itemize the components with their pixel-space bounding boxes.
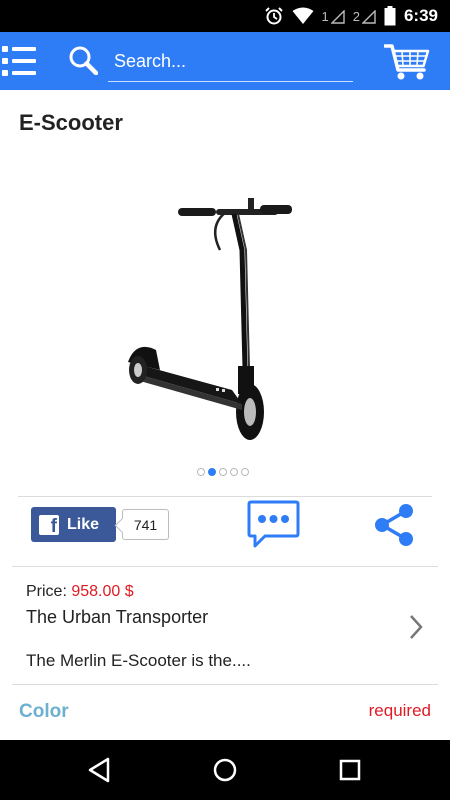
alarm-icon <box>264 7 283 25</box>
product-description: The Merlin E-Scooter is the.... <box>26 651 251 670</box>
carousel-dot[interactable] <box>241 468 249 476</box>
search-input[interactable] <box>108 42 353 80</box>
cart-button[interactable] <box>383 42 430 82</box>
like-label: Like <box>67 515 100 533</box>
scooter-image <box>128 198 292 440</box>
sim2-signal: 2 <box>353 9 376 24</box>
wifi-icon <box>292 7 313 24</box>
color-option-label[interactable]: Color <box>19 701 69 723</box>
status-bar: 1 2 6:39 <box>0 0 450 32</box>
signal-icon <box>330 9 345 24</box>
price-line: Price: 958.00 $ <box>26 583 134 601</box>
sim1-label: 1 <box>321 8 329 24</box>
product-image[interactable] <box>100 190 352 448</box>
battery-icon <box>384 6 396 26</box>
sim2-label: 2 <box>352 8 360 24</box>
comment-button[interactable] <box>247 500 300 548</box>
home-circle-icon <box>213 758 237 782</box>
signal-icon <box>361 9 376 24</box>
menu-button[interactable] <box>2 44 38 78</box>
carousel-dot[interactable] <box>230 468 238 476</box>
chevron-right-icon <box>410 615 423 639</box>
app-bar <box>0 32 450 90</box>
divider <box>18 496 432 497</box>
shopping-cart-icon <box>383 44 430 80</box>
divider <box>12 566 438 567</box>
divider <box>12 684 438 685</box>
status-icons: 1 2 6:39 <box>264 0 438 32</box>
like-count: 741 <box>133 516 158 533</box>
comment-bubble-icon <box>247 500 300 548</box>
search-button[interactable] <box>68 45 99 76</box>
list-menu-icon <box>2 46 36 76</box>
home-button[interactable] <box>209 754 241 786</box>
sim1-signal: 1 <box>322 9 345 24</box>
product-title: E-Scooter <box>19 110 123 135</box>
back-button[interactable] <box>84 754 116 786</box>
details-chevron-button[interactable] <box>406 613 426 641</box>
share-button[interactable] <box>372 503 416 547</box>
required-label: required <box>368 701 431 720</box>
search-icon <box>69 46 99 76</box>
price-value: 958.00 $ <box>71 583 134 600</box>
search-field[interactable] <box>108 42 353 82</box>
product-tagline: The Urban Transporter <box>26 607 209 627</box>
recents-square-icon <box>339 759 361 781</box>
carousel-dot[interactable] <box>208 468 216 476</box>
share-icon <box>375 504 413 546</box>
recents-button[interactable] <box>334 754 366 786</box>
carousel-indicator[interactable] <box>197 468 249 476</box>
navigation-bar <box>0 740 450 800</box>
carousel-dot[interactable] <box>197 468 205 476</box>
price-label: Price: <box>26 583 67 600</box>
like-count-badge: 741 <box>122 509 169 540</box>
clock: 6:39 <box>403 6 438 25</box>
facebook-icon: f <box>39 514 59 537</box>
facebook-like-button[interactable]: f Like <box>31 507 116 542</box>
carousel-dot[interactable] <box>219 468 227 476</box>
back-triangle-icon <box>88 757 110 783</box>
